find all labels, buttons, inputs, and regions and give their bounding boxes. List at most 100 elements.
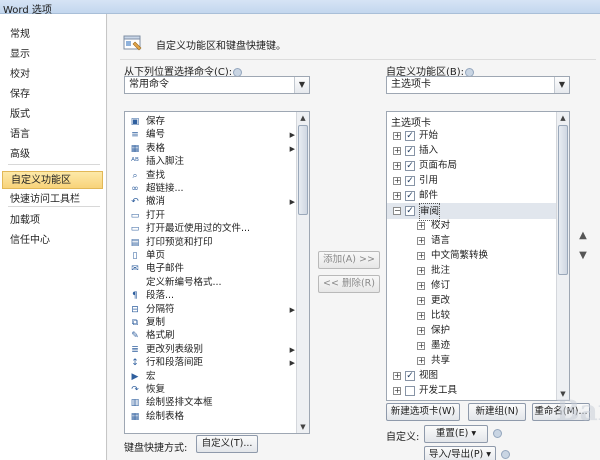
expand-icon[interactable]: + [417, 282, 425, 290]
command-item[interactable]: ⊟ 分隔符 ▶ [125, 304, 309, 316]
expand-icon[interactable]: + [393, 132, 401, 140]
command-item[interactable]: ¶ 段落... [125, 290, 309, 302]
collapse-icon[interactable]: − [393, 207, 401, 215]
expand-icon[interactable]: + [417, 267, 425, 275]
expand-icon[interactable]: + [417, 237, 425, 245]
tree-item[interactable]: − ✓ 审阅 [387, 203, 557, 221]
command-item[interactable]: ✎ 格式刷 [125, 330, 309, 342]
tab-checkbox[interactable]: ✓ [405, 131, 415, 141]
move-down-icon[interactable]: ▼ [578, 250, 588, 262]
expand-icon[interactable]: + [417, 342, 425, 350]
tree-item[interactable]: + 批注 [387, 263, 557, 279]
command-item[interactable]: ⌕ 查找 [125, 170, 309, 182]
customize-ribbon-dropdown[interactable]: 主选项卡 ▼ [386, 76, 570, 94]
ribbon-tree[interactable]: 主选项卡 + ✓ 开始 + ✓ 插入 + ✓ 页面布局 + ✓ 引用 + ✓ 邮件 − ✓ 审阅 + 校对 + 语言 + 中文… [386, 111, 570, 401]
command-item[interactable]: ≡ 编号 ▶ [125, 129, 309, 141]
nav-item-7[interactable]: 自定义功能区 [2, 171, 103, 189]
tree-scrollbar[interactable]: ▲ ▼ [556, 112, 569, 400]
tab-checkbox[interactable]: ✓ [405, 161, 415, 171]
tree-item[interactable]: + ✓ 页面布局 [387, 158, 557, 174]
nav-item-0[interactable]: 常规 [2, 26, 103, 44]
scroll-down-icon[interactable]: ▼ [297, 421, 309, 433]
command-item[interactable]: ▣ 保存 [125, 116, 309, 128]
nav-item-2[interactable]: 校对 [2, 66, 103, 84]
command-item[interactable]: ▭ 打开 [125, 210, 309, 222]
scroll-up-icon[interactable]: ▲ [297, 112, 309, 124]
command-item[interactable]: ▦ 绘制表格 [125, 411, 309, 423]
commands-scrollbar[interactable]: ▲ ▼ [296, 112, 309, 433]
add-button[interactable]: 添加(A) >> [318, 251, 380, 269]
customize-keyboard-button[interactable]: 自定义(T)... [196, 435, 258, 453]
tab-checkbox[interactable]: ✓ [405, 176, 415, 186]
expand-icon[interactable]: + [417, 222, 425, 230]
tree-item[interactable]: + 比较 [387, 308, 557, 324]
expand-icon[interactable]: + [393, 177, 401, 185]
expand-icon[interactable]: + [393, 372, 401, 380]
command-item[interactable]: ▭ 打开最近使用过的文件... [125, 223, 309, 235]
tree-item[interactable]: + 校对 [387, 218, 557, 234]
nav-item-1[interactable]: 显示 [2, 46, 103, 64]
nav-item-5[interactable]: 语言 [2, 126, 103, 144]
import-export-button[interactable]: 导入/导出(P) ▾ [424, 446, 496, 460]
tree-item[interactable]: + 保护 [387, 323, 557, 339]
nav-item-3[interactable]: 保存 [2, 86, 103, 104]
expand-icon[interactable]: + [417, 297, 425, 305]
command-item[interactable]: ▤ 打印预览和打印 [125, 237, 309, 249]
command-item[interactable]: ∞ 超链接... [125, 183, 309, 195]
command-item[interactable]: ▦ 表格 ▶ [125, 143, 309, 155]
command-item[interactable]: ▥ 绘制竖排文本框 [125, 397, 309, 409]
move-up-icon[interactable]: ▲ [578, 230, 588, 242]
choose-commands-dropdown[interactable]: 常用命令 ▼ [124, 76, 310, 94]
tree-item[interactable]: + ✓ 引用 [387, 173, 557, 189]
commands-list[interactable]: ▣ 保存 ≡ 编号 ▶ ▦ 表格 ▶ ᴬᴮ 插入脚注 ⌕ 查找 ∞ 超链接... ↶ 撤消 ▶ ▭ 打开 ▭ 打开最近使… [124, 111, 310, 434]
tree-item[interactable]: + ✓ 邮件 [387, 188, 557, 204]
command-item[interactable]: ⧉ 复制 [125, 317, 309, 329]
scroll-thumb[interactable] [298, 125, 308, 215]
command-item[interactable]: ▯ 单页 [125, 250, 309, 262]
expand-icon[interactable]: + [417, 312, 425, 320]
tree-item[interactable]: + 中文简繁转换 [387, 248, 557, 264]
command-item[interactable]: ↷ 恢复 [125, 384, 309, 396]
chevron-down-icon[interactable]: ▼ [554, 77, 569, 93]
nav-item-10[interactable]: 信任中心 [2, 232, 103, 250]
tab-checkbox[interactable]: ✓ [405, 206, 415, 216]
tree-item[interactable]: + 开发工具 [387, 383, 557, 399]
command-item[interactable]: ✉ 电子邮件 [125, 263, 309, 275]
expand-icon[interactable]: + [393, 147, 401, 155]
tree-item[interactable]: + ✓ 插入 [387, 143, 557, 159]
tab-checkbox[interactable]: ✓ [405, 191, 415, 201]
tree-item[interactable]: + 墨迹 [387, 338, 557, 354]
tree-item[interactable]: + ✓ 视图 [387, 368, 557, 384]
chevron-down-icon[interactable]: ▼ [294, 77, 309, 93]
command-item[interactable]: ↶ 撤消 ▶ [125, 196, 309, 208]
expand-icon[interactable]: + [417, 327, 425, 335]
expand-icon[interactable]: + [393, 192, 401, 200]
command-item[interactable]: ↕ 行和段落间距 ▶ [125, 357, 309, 369]
remove-button[interactable]: << 删除(R) [318, 275, 380, 293]
tree-item[interactable]: + 共享 [387, 353, 557, 369]
new-group-button[interactable]: 新建组(N) [468, 403, 526, 421]
command-item[interactable]: ᴬᴮ 插入脚注 [125, 156, 309, 168]
tree-item[interactable]: + 修订 [387, 278, 557, 294]
reset-button[interactable]: 重置(E) ▾ [424, 425, 488, 443]
expand-icon[interactable]: + [417, 357, 425, 365]
expand-icon[interactable]: + [393, 162, 401, 170]
scroll-thumb[interactable] [558, 125, 568, 275]
tab-checkbox[interactable] [405, 386, 415, 396]
command-item[interactable]: 定义新编号格式... [125, 277, 309, 289]
nav-item-9[interactable]: 加载项 [2, 212, 103, 230]
tree-item[interactable]: + ✓ 开始 [387, 128, 557, 144]
nav-item-6[interactable]: 高级 [2, 146, 103, 164]
command-item[interactable]: ≣ 更改列表级别 ▶ [125, 344, 309, 356]
tree-item[interactable]: + 更改 [387, 293, 557, 309]
nav-item-4[interactable]: 版式 [2, 106, 103, 124]
tab-checkbox[interactable]: ✓ [405, 371, 415, 381]
tree-item[interactable]: + 语言 [387, 233, 557, 249]
scroll-up-icon[interactable]: ▲ [557, 112, 569, 124]
command-item[interactable]: ▶ 宏 [125, 371, 309, 383]
expand-icon[interactable]: + [393, 387, 401, 395]
command-label: 更改列表级别 [146, 343, 204, 355]
expand-icon[interactable]: + [417, 252, 425, 260]
new-tab-button[interactable]: 新建选项卡(W) [386, 403, 460, 421]
tab-checkbox[interactable]: ✓ [405, 146, 415, 156]
